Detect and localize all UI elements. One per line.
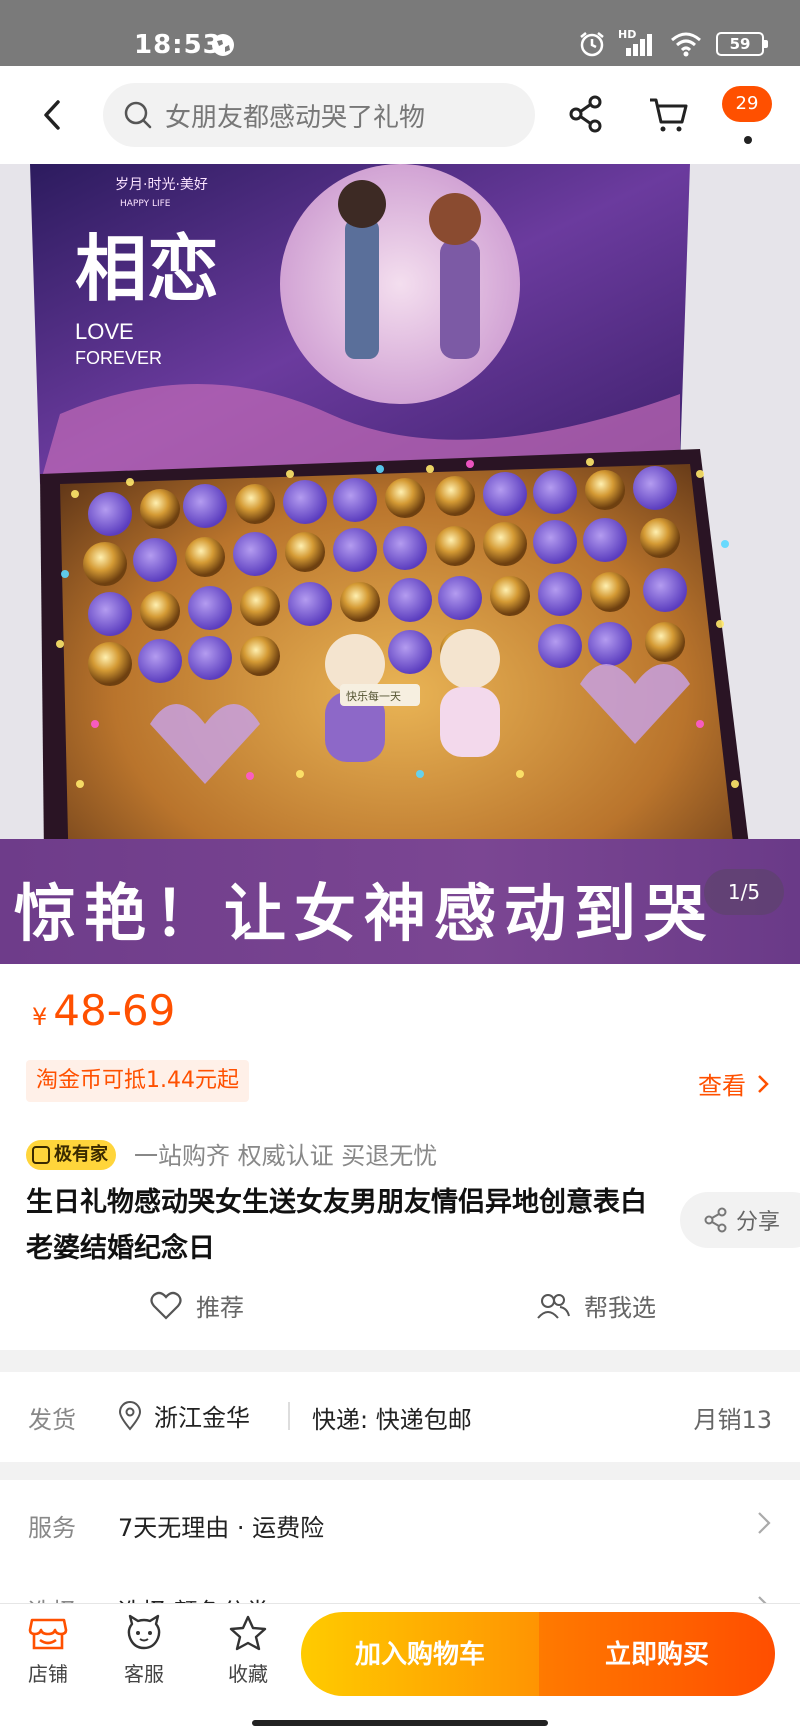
shipping-row[interactable]: 发货 浙江金华 快递: 快递包邮 月销13 <box>0 1372 800 1462</box>
svg-text:HAPPY LIFE: HAPPY LIFE <box>120 199 171 209</box>
brand-slogan: 一站购齐 权威认证 买退无忧 <box>134 1142 438 1170</box>
people-icon <box>537 1293 570 1319</box>
status-time: 18:53 <box>134 30 222 60</box>
alarm-icon <box>580 32 604 57</box>
help-choose-button[interactable]: 帮我选 <box>536 1288 656 1323</box>
image-counter: 1/5 <box>704 869 784 915</box>
recommend-label: 推荐 <box>196 1294 244 1322</box>
price-range: ¥48-69 <box>32 986 175 1035</box>
customer-service-tab[interactable]: 客服 <box>104 1614 184 1687</box>
cart-icon[interactable] <box>644 90 692 138</box>
svg-text:相恋: 相恋 <box>75 226 219 311</box>
share-icon <box>704 1207 727 1233</box>
monthly-sales: 月销13 <box>693 1406 772 1434</box>
product-info-panel: ¥48-69 淘金币可抵1.44元起 查看 极有家 一站购齐 权威认证 买退无忧… <box>0 964 800 1350</box>
star-icon <box>229 1615 267 1651</box>
more-menu-button[interactable]: 29 <box>722 86 776 150</box>
add-to-cart-button[interactable]: 加入购物车 <box>301 1612 539 1696</box>
store-tab[interactable]: 店铺 <box>8 1614 88 1687</box>
svg-text:LOVE: LOVE <box>75 319 134 344</box>
share-button[interactable]: 分享 <box>680 1192 800 1248</box>
promo-banner: 惊艳！让女神感动到哭 1/5 <box>0 839 800 964</box>
view-coin-link[interactable]: 查看 <box>698 1066 770 1101</box>
search-input[interactable]: 女朋友都感动哭了礼物 <box>103 83 535 147</box>
customer-service-label: 客服 <box>124 1662 164 1686</box>
message-badge: 29 <box>722 86 772 122</box>
search-query-text: 女朋友都感动哭了礼物 <box>165 102 426 133</box>
share-icon[interactable] <box>562 90 610 138</box>
share-label: 分享 <box>736 1210 781 1235</box>
svg-text:岁月·时光·美好: 岁月·时光·美好 <box>115 177 208 193</box>
express-info: 快递: 快递包邮 <box>312 1406 472 1434</box>
chevron-right-icon <box>758 1074 769 1093</box>
favorite-label: 收藏 <box>228 1662 268 1686</box>
back-button[interactable] <box>30 92 76 138</box>
bottom-action-bar: 店铺 客服 收藏 加入购物车 立即购买 <box>0 1604 800 1733</box>
product-title: 生日礼物感动哭女生送女友男朋友情侣异地创意表白老婆结婚纪念日 <box>26 1187 647 1264</box>
service-label: 服务 <box>28 1514 76 1542</box>
divider <box>288 1402 290 1430</box>
brand-badge-label: 极有家 <box>54 1144 108 1165</box>
location-pin-icon <box>118 1400 142 1431</box>
service-value: 7天无理由 · 运费险 <box>118 1514 325 1542</box>
top-navigation: 女朋友都感动哭了礼物 29 <box>0 66 800 164</box>
favorite-tab[interactable]: 收藏 <box>208 1614 288 1687</box>
help-choose-label: 帮我选 <box>584 1294 656 1322</box>
brand-logo-icon <box>32 1146 50 1164</box>
home-indicator[interactable] <box>252 1720 548 1726</box>
chevron-right-icon <box>758 1512 771 1534</box>
buy-now-button[interactable]: 立即购买 <box>539 1612 775 1696</box>
promo-banner-text: 惊艳！让女神感动到哭 <box>14 877 715 950</box>
coin-discount-tag[interactable]: 淘金币可抵1.44元起 <box>26 1060 249 1102</box>
status-icons: HD 59 <box>578 28 768 58</box>
shipping-location-text: 浙江金华 <box>154 1404 250 1432</box>
currency-symbol: ¥ <box>32 1003 48 1031</box>
battery-indicator: 59 <box>716 32 768 56</box>
brand-badge[interactable]: 极有家 <box>26 1140 116 1170</box>
view-link-label: 查看 <box>698 1072 746 1100</box>
search-icon <box>124 101 152 129</box>
globe-icon <box>212 34 234 56</box>
customer-service-icon <box>127 1614 161 1650</box>
svg-text:FOREVER: FOREVER <box>75 348 162 368</box>
status-bar: 18:53 HD 59 <box>0 0 800 66</box>
signal-icon: HD <box>618 28 656 56</box>
store-label: 店铺 <box>28 1662 68 1686</box>
price-value: 48-69 <box>53 986 176 1035</box>
shipping-location: 浙江金华 <box>118 1398 250 1433</box>
more-dot-icon <box>744 136 752 144</box>
shipping-label: 发货 <box>28 1406 76 1434</box>
product-page: 18:53 HD 59 女朋友都感动哭了礼物 29 相恋 LOVE FOREVE… <box>0 0 800 1733</box>
wifi-icon <box>671 32 701 57</box>
store-icon <box>28 1618 68 1650</box>
product-image-carousel[interactable]: 相恋 LOVE FOREVER 岁月·时光·美好 HAPPY LIFE 快乐每一… <box>0 164 800 964</box>
svg-text:快乐每一天: 快乐每一天 <box>346 689 401 703</box>
heart-icon <box>150 1291 182 1320</box>
recommend-button[interactable]: 推荐 <box>150 1288 244 1323</box>
